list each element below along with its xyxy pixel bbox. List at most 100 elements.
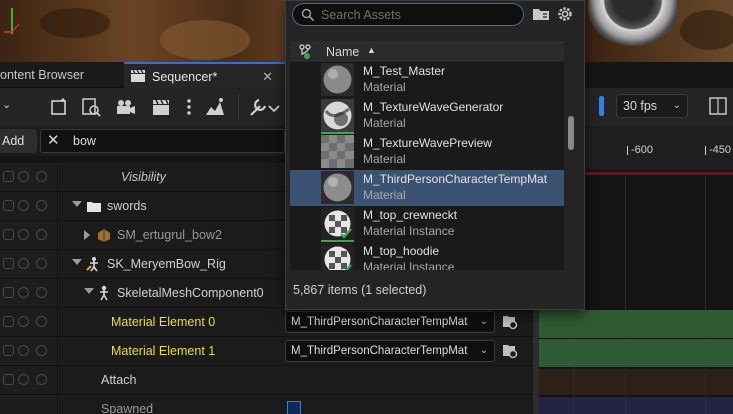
- track-search-value: bow: [73, 134, 96, 148]
- track-search-input[interactable]: ✕ bow: [40, 129, 285, 153]
- asset-type: Material: [363, 152, 406, 166]
- mute-icon[interactable]: [36, 200, 47, 211]
- asset-type: Material: [363, 188, 406, 202]
- lock-icon[interactable]: [3, 258, 14, 269]
- solo-icon[interactable]: [18, 316, 29, 327]
- asset-name: M_TextureWavePreview: [363, 136, 492, 150]
- asset-item[interactable]: M_TextureWaveGenerator Material: [290, 98, 564, 134]
- row-gutter: [0, 337, 58, 365]
- chevron-down-icon[interactable]: ⌄: [2, 98, 11, 111]
- lock-icon[interactable]: [3, 374, 14, 385]
- lock-icon[interactable]: [3, 200, 14, 211]
- wrench-dropdown-icon[interactable]: [266, 96, 282, 118]
- chart-icon[interactable]: [204, 96, 226, 118]
- material-instance-thumbnail: [321, 243, 354, 270]
- outliner-row[interactable]: Material Element 1 M_ThirdPersonCharacte…: [0, 337, 533, 366]
- scrollbar-thumb[interactable]: [568, 116, 574, 150]
- solo-icon[interactable]: [18, 258, 29, 269]
- mute-icon[interactable]: [36, 229, 47, 240]
- expand-arrow-icon[interactable]: [72, 201, 82, 207]
- ruler-tick: -450: [704, 144, 732, 156]
- material-instance-thumbnail: [321, 207, 354, 240]
- solo-icon[interactable]: [18, 345, 29, 356]
- asset-list-scrollbar[interactable]: [566, 63, 576, 270]
- attach-track-section[interactable]: [533, 369, 733, 395]
- clapperboard-icon: [131, 69, 145, 82]
- frame-rate-dropdown[interactable]: 30 fps ⌄: [616, 94, 688, 118]
- material-track-section[interactable]: [533, 310, 733, 338]
- gear-icon[interactable]: [556, 5, 574, 23]
- mute-icon[interactable]: [36, 287, 47, 298]
- expand-arrow-icon[interactable]: [72, 259, 82, 265]
- lock-icon[interactable]: [3, 287, 14, 298]
- asset-search-placeholder: Search Assets: [321, 8, 401, 22]
- asset-name: M_TextureWaveGenerator: [363, 100, 504, 114]
- spawned-checkbox[interactable]: [287, 401, 301, 414]
- add-track-button[interactable]: Add: [0, 129, 37, 153]
- asset-item[interactable]: M_TextureWavePreview Material: [290, 134, 564, 170]
- spawn-track-section[interactable]: [533, 397, 733, 414]
- snap-settings-icon[interactable]: [708, 96, 728, 116]
- row-label: Attach: [101, 373, 137, 387]
- camera-icon[interactable]: [114, 96, 136, 118]
- name-column-header[interactable]: Name: [326, 45, 359, 59]
- mute-icon[interactable]: [36, 345, 47, 356]
- expand-arrow-icon[interactable]: [84, 288, 94, 294]
- row-label: SM_ertugrul_bow2: [117, 228, 222, 242]
- tab-sequencer[interactable]: Sequencer* ✕: [124, 62, 285, 88]
- source-control-icon[interactable]: [298, 44, 312, 60]
- add-track-label: Add: [2, 134, 25, 148]
- timeline-ruler[interactable]: -600 -450: [585, 126, 733, 170]
- expand-arrow-icon[interactable]: [84, 230, 90, 240]
- tab-sequencer-label: Sequencer*: [152, 70, 218, 84]
- outliner-row[interactable]: Attach: [0, 366, 533, 395]
- lock-icon[interactable]: [3, 229, 14, 240]
- solo-icon[interactable]: [18, 200, 29, 211]
- solo-icon[interactable]: [18, 171, 29, 182]
- material-combo-value: M_ThirdPersonCharacterTempMat: [291, 316, 468, 328]
- material-sphere-thumbnail: [321, 171, 354, 204]
- search-icon: [301, 8, 315, 22]
- clear-search-icon[interactable]: ✕: [47, 131, 60, 149]
- more-icon[interactable]: [178, 96, 200, 118]
- folder-filter-icon[interactable]: [532, 6, 550, 22]
- outliner-row[interactable]: Spawned: [0, 395, 533, 414]
- lock-icon[interactable]: [3, 316, 14, 327]
- row-gutter: [0, 163, 58, 191]
- material-sphere-thumbnail: [321, 63, 354, 96]
- asset-name: M_top_hoodie: [363, 244, 440, 258]
- asset-name: M_top_crewneckt: [363, 208, 458, 222]
- solo-icon[interactable]: [18, 229, 29, 240]
- row-label: Material Element 1: [111, 344, 216, 358]
- solo-icon[interactable]: [18, 287, 29, 298]
- browse-icon[interactable]: [80, 96, 102, 118]
- material-track-section[interactable]: [533, 339, 733, 367]
- browse-asset-icon[interactable]: [501, 342, 519, 360]
- mute-icon[interactable]: [36, 258, 47, 269]
- outliner-row[interactable]: Material Element 0 M_ThirdPersonCharacte…: [0, 308, 533, 337]
- asset-item[interactable]: M_top_crewneckt Material Instance: [290, 206, 564, 242]
- asset-item[interactable]: M_top_hoodie Material Instance: [290, 242, 564, 270]
- material-combo[interactable]: M_ThirdPersonCharacterTempMat ⌄: [285, 311, 495, 333]
- skeletal-mesh-icon: [86, 257, 98, 272]
- solo-icon[interactable]: [18, 374, 29, 385]
- mute-icon[interactable]: [36, 374, 47, 385]
- save-icon[interactable]: [48, 96, 70, 118]
- mute-icon[interactable]: [36, 171, 47, 182]
- lock-icon[interactable]: [3, 171, 14, 182]
- play-range-marker[interactable]: [599, 96, 604, 116]
- asset-type: Material Instance: [363, 260, 455, 270]
- close-tab-icon[interactable]: ✕: [262, 64, 273, 90]
- browse-asset-icon[interactable]: [501, 313, 519, 331]
- material-combo[interactable]: M_ThirdPersonCharacterTempMat ⌄: [285, 340, 495, 362]
- sequencer-toolbar: ⌄: [0, 88, 285, 126]
- clapper-icon[interactable]: [150, 96, 172, 118]
- lock-icon[interactable]: [3, 345, 14, 356]
- asset-item[interactable]: M_Test_Master Material: [290, 63, 564, 98]
- tab-content-browser[interactable]: ontent Browser: [0, 62, 118, 88]
- mute-icon[interactable]: [36, 316, 47, 327]
- asset-item-selected[interactable]: M_ThirdPersonCharacterTempMat Material: [290, 170, 564, 206]
- asset-search-input[interactable]: Search Assets: [292, 3, 524, 26]
- row-label: Visibility: [121, 170, 166, 184]
- row-gutter: [0, 279, 58, 307]
